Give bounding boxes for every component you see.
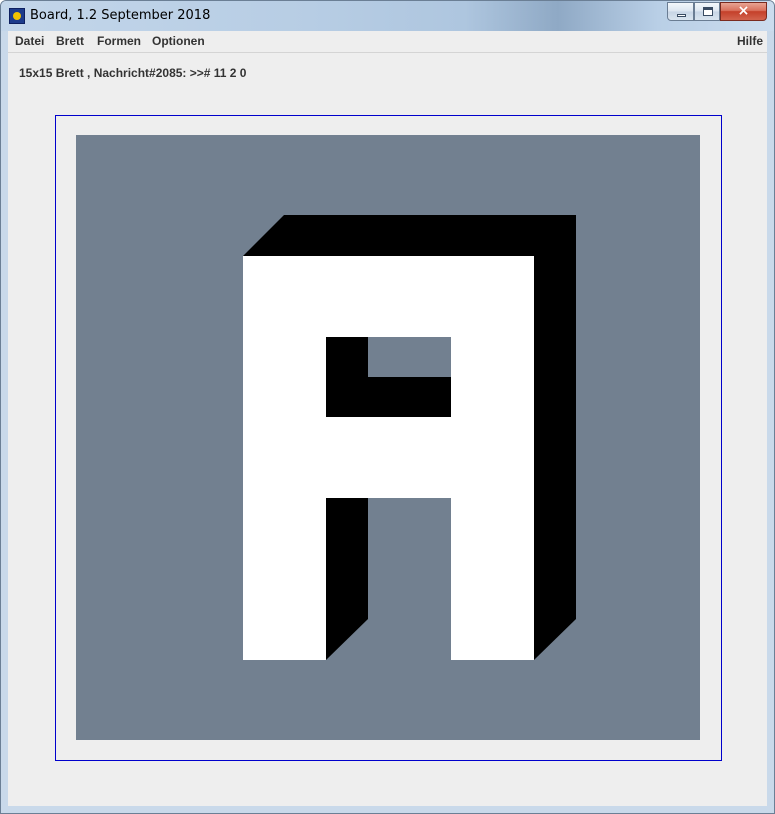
app-window: Board, 1.2 September 2018 × Datei Brett …: [0, 0, 775, 814]
minimize-icon: [677, 14, 686, 17]
board-drawing: [243, 215, 576, 660]
board-frame: [55, 115, 722, 761]
shape-letter-a: [243, 256, 534, 660]
app-icon[interactable]: [9, 8, 25, 24]
minimize-button[interactable]: [667, 2, 694, 21]
maximize-button[interactable]: [694, 2, 720, 21]
menu-datei[interactable]: Datei: [15, 34, 44, 48]
shape-shadow-right: [534, 215, 576, 660]
window-title: Board, 1.2 September 2018: [30, 8, 211, 23]
shape-shadow-leg: [326, 498, 368, 660]
status-message: 15x15 Brett , Nachricht#2085: >># 11 2 0: [19, 66, 247, 80]
client-area: Datei Brett Formen Optionen Hilfe 15x15 …: [8, 31, 767, 806]
close-button[interactable]: ×: [720, 2, 767, 21]
close-icon: ×: [737, 3, 750, 19]
maximize-icon: [703, 7, 713, 16]
menu-bar: Datei Brett Formen Optionen Hilfe: [8, 31, 767, 53]
board-canvas[interactable]: [76, 135, 700, 740]
menu-brett[interactable]: Brett: [56, 34, 84, 48]
menu-formen[interactable]: Formen: [97, 34, 141, 48]
menu-optionen[interactable]: Optionen: [152, 34, 205, 48]
menu-hilfe[interactable]: Hilfe: [737, 34, 763, 48]
shape-shadow-top: [243, 215, 576, 256]
shape-hole-board: [368, 337, 451, 377]
title-bar[interactable]: Board, 1.2 September 2018 ×: [1, 1, 774, 31]
